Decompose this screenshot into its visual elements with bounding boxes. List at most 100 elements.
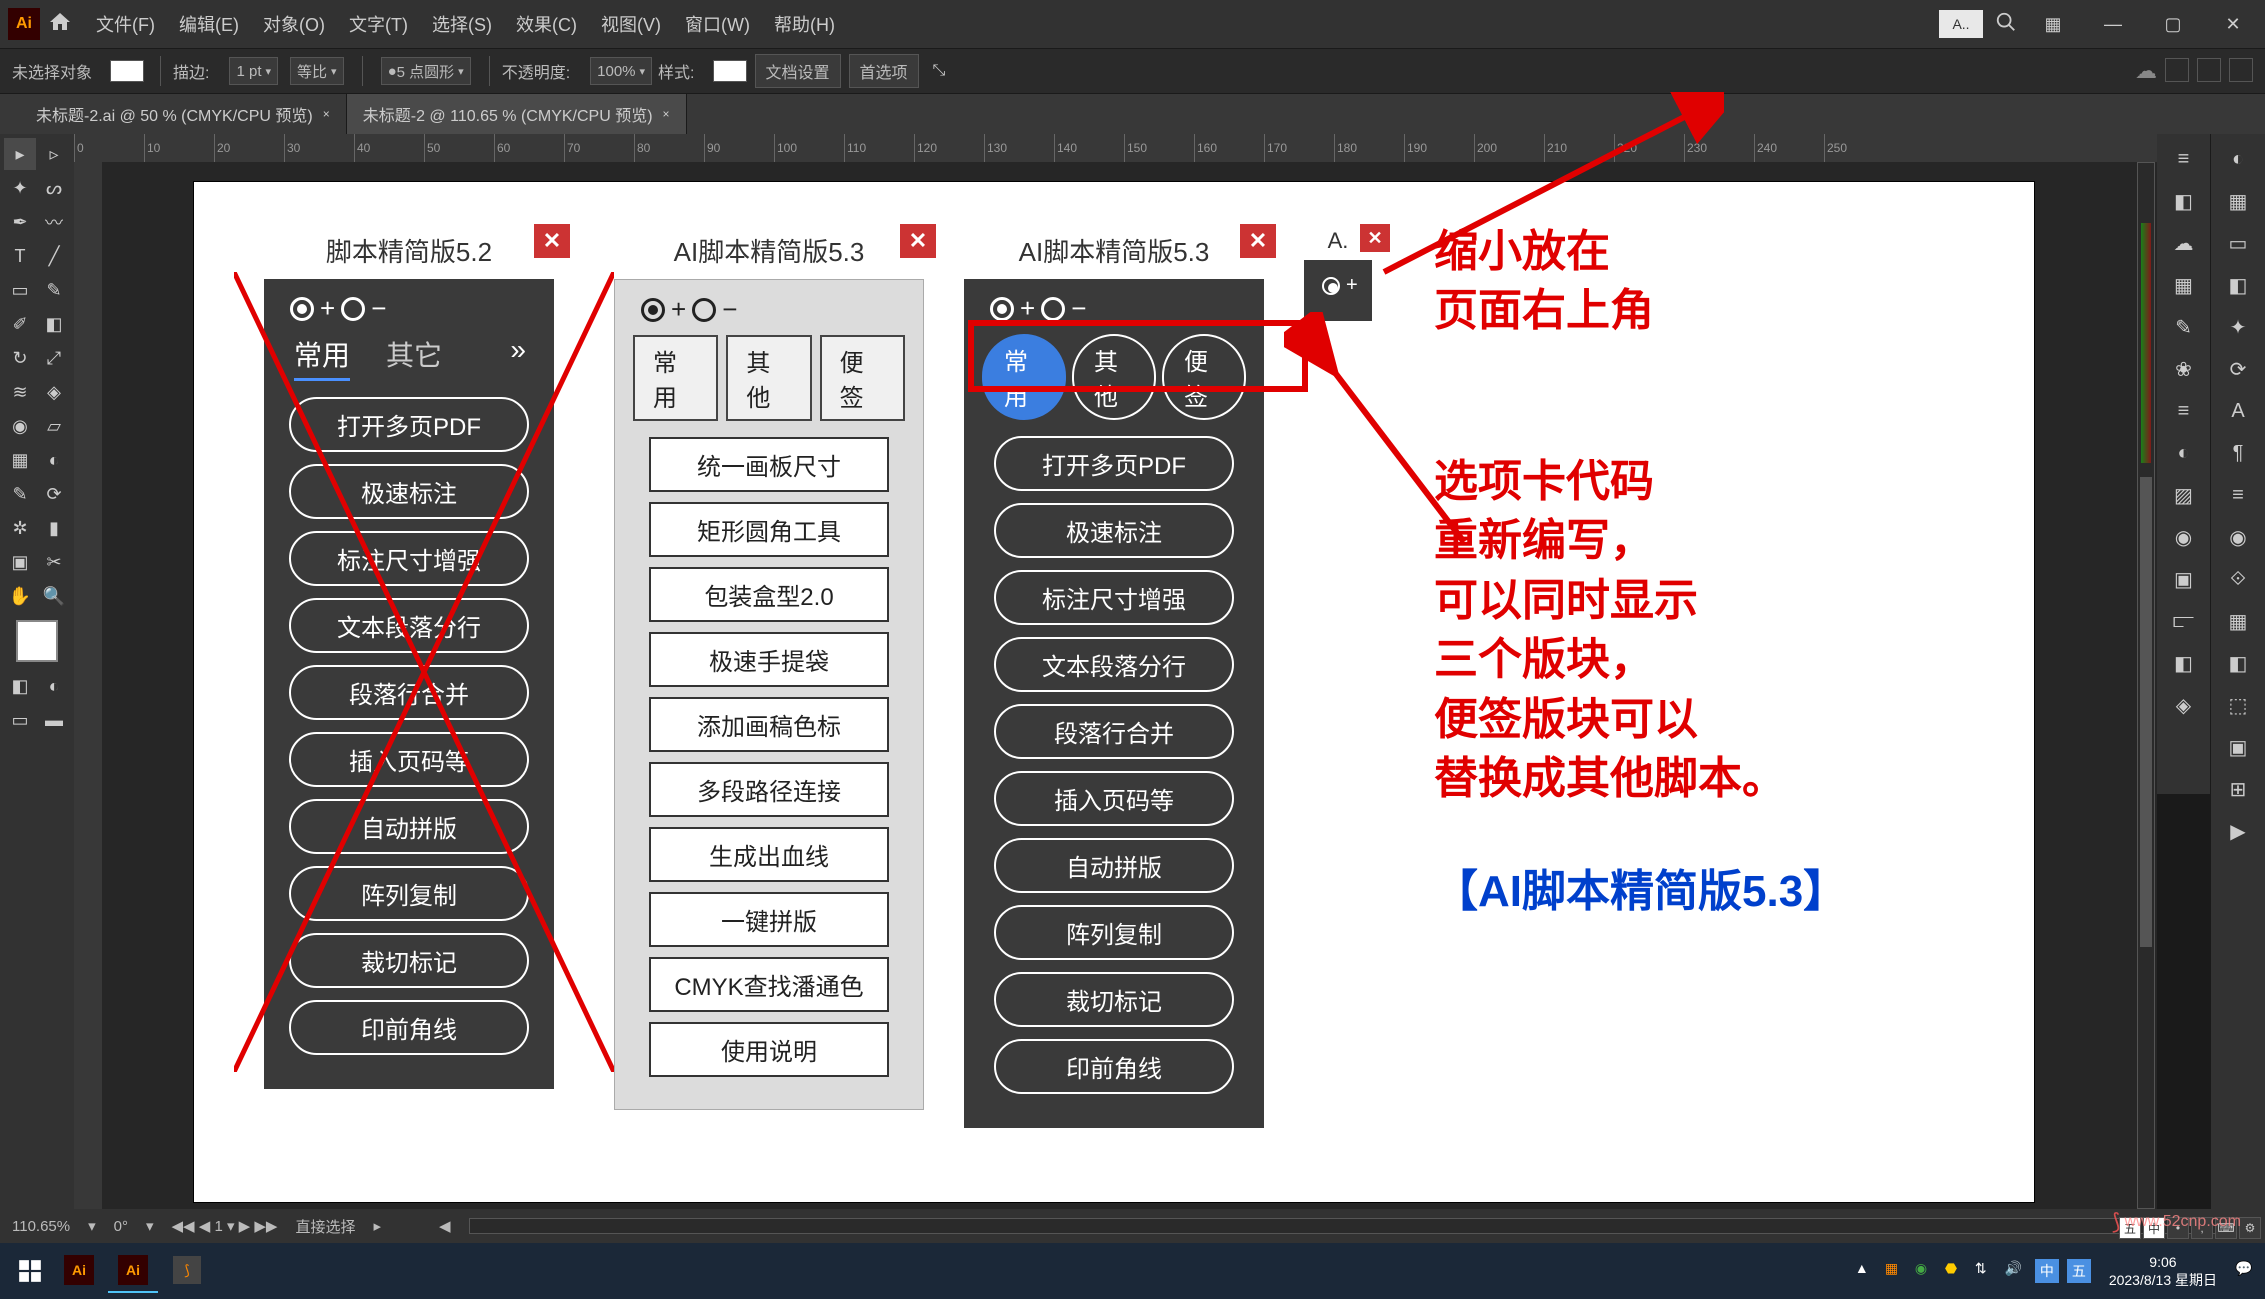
graph-tool[interactable]: ▮ <box>38 512 70 544</box>
list-item[interactable]: 裁切标记 <box>994 972 1234 1027</box>
align-icon[interactable]: ⫍ <box>2165 602 2203 640</box>
cloud-icon[interactable]: ☁ <box>2135 58 2157 84</box>
layers-icon[interactable]: ◧ <box>2165 182 2203 220</box>
tab-notes[interactable]: 便签 <box>820 335 905 421</box>
maximize-button[interactable]: ▢ <box>2149 8 2197 40</box>
tray-icon[interactable]: ⇅ <box>1975 1260 1997 1282</box>
menu-window[interactable]: 窗口(W) <box>685 11 750 37</box>
doc-tab-1[interactable]: 未标题-2 @ 110.65 % (CMYK/CPU 预览)× <box>347 94 687 134</box>
graphic-styles-icon[interactable]: ▣ <box>2165 560 2203 598</box>
list-item[interactable]: 添加画稿色标 <box>649 697 889 752</box>
artboard-tool[interactable]: ▣ <box>4 546 36 578</box>
menu-help[interactable]: 帮助(H) <box>774 11 835 37</box>
tray-icon[interactable]: ▦ <box>1885 1260 1907 1282</box>
width-tool[interactable]: ≋ <box>4 376 36 408</box>
horizontal-scrollbar[interactable] <box>469 1218 2224 1234</box>
arrange-docs-icon[interactable]: ▦ <box>2029 8 2077 40</box>
panel-icon-3[interactable] <box>2229 58 2253 82</box>
preferences-button[interactable]: 首选项 <box>849 54 919 88</box>
color-guide-icon[interactable]: ▦ <box>2219 182 2257 220</box>
tab-common[interactable]: 常用 <box>633 335 718 421</box>
free-transform-tool[interactable]: ◈ <box>38 376 70 408</box>
rotate-tool[interactable]: ↻ <box>4 342 36 374</box>
panel-icon[interactable]: A <box>2219 392 2257 430</box>
fill-stroke-swatch[interactable] <box>16 620 58 662</box>
close-button[interactable]: ✕ <box>2209 8 2257 40</box>
panel-icon[interactable]: ▣ <box>2219 728 2257 766</box>
tray-icon[interactable]: ⬣ <box>1945 1260 1967 1282</box>
screen-mode-2[interactable]: ▬ <box>38 704 70 736</box>
menu-object[interactable]: 对象(O) <box>263 11 325 37</box>
notification-icon[interactable]: 💬 <box>2235 1260 2257 1282</box>
zoom-level[interactable]: 110.65% <box>12 1218 70 1235</box>
list-item[interactable]: 标注尺寸增强 <box>994 570 1234 625</box>
paintbrush-tool[interactable]: ✎ <box>38 274 70 306</box>
menu-edit[interactable]: 编辑(E) <box>179 11 239 37</box>
panel-icon[interactable]: ⟐ <box>2219 560 2257 598</box>
list-item[interactable]: 插入页码等 <box>994 771 1234 826</box>
expand-icon[interactable]: ▶ <box>2219 812 2257 850</box>
color-icon[interactable]: ◐ <box>2219 140 2257 178</box>
brush-dropdown[interactable]: ● 5 点圆形 <box>381 57 471 85</box>
properties-icon[interactable]: ≡ <box>2165 140 2203 178</box>
style-swatch[interactable] <box>713 60 747 82</box>
panel-icon[interactable]: ≡ <box>2219 476 2257 514</box>
list-item[interactable]: 自动拼版 <box>289 799 529 854</box>
canvas[interactable]: 0102030405060708090100110120130140150160… <box>74 134 2157 1209</box>
rotation[interactable]: 0° <box>114 1218 128 1235</box>
more-icon[interactable]: » <box>510 334 526 381</box>
eyedropper-tool[interactable]: ✎ <box>4 478 36 510</box>
line-tool[interactable]: ╱ <box>38 240 70 272</box>
close-icon[interactable]: × <box>663 107 670 121</box>
tab-common[interactable]: 常用 <box>294 334 350 381</box>
close-icon[interactable]: ✕ <box>1240 224 1276 258</box>
panel-icon-1[interactable] <box>2165 58 2189 82</box>
perspective-tool[interactable]: ▱ <box>38 410 70 442</box>
ime-taskbar-icon[interactable]: 中 <box>2035 1259 2059 1283</box>
radio-off[interactable] <box>1041 297 1065 321</box>
list-item[interactable]: 段落行合并 <box>289 665 529 720</box>
screen-mode[interactable]: ▭ <box>4 704 36 736</box>
blend-tool[interactable]: ⟳ <box>38 478 70 510</box>
transparency-icon[interactable]: ▨ <box>2165 476 2203 514</box>
list-item[interactable]: 生成出血线 <box>649 827 889 882</box>
doc-tab-0[interactable]: 未标题-2.ai @ 50 % (CMYK/CPU 预览)× <box>20 94 347 134</box>
symbol-sprayer-tool[interactable]: ✲ <box>4 512 36 544</box>
clock[interactable]: 9:06 2023/8/13 星期日 <box>2099 1253 2227 1289</box>
type-tool[interactable]: T <box>4 240 36 272</box>
hand-tool[interactable]: ✋ <box>4 580 36 612</box>
fill-swatch[interactable] <box>110 60 144 82</box>
menu-type[interactable]: 文字(T) <box>349 11 408 37</box>
scale-tool[interactable]: ⤢ <box>38 342 70 374</box>
panel-icon[interactable]: ▦ <box>2219 602 2257 640</box>
list-item[interactable]: CMYK查找潘通色 <box>649 957 889 1012</box>
tab-other[interactable]: 其他 <box>726 335 811 421</box>
panel-icon[interactable]: ⟳ <box>2219 350 2257 388</box>
list-item[interactable]: 印前角线 <box>289 1000 529 1055</box>
libraries-icon[interactable]: ☁ <box>2165 224 2203 262</box>
direct-selection-tool[interactable]: ▹ <box>38 138 70 170</box>
list-item[interactable]: 极速手提袋 <box>649 632 889 687</box>
zoom-tool[interactable]: 🔍 <box>38 580 70 612</box>
stroke-icon[interactable]: ≡ <box>2165 392 2203 430</box>
radio-on[interactable] <box>641 298 665 322</box>
gradient-tool[interactable]: ◐ <box>38 444 70 476</box>
list-item[interactable]: 阵列复制 <box>994 905 1234 960</box>
list-item[interactable]: 一键拼版 <box>649 892 889 947</box>
eraser-tool[interactable]: ◧ <box>38 308 70 340</box>
pathfinder-icon[interactable]: ◧ <box>2165 644 2203 682</box>
list-item[interactable]: 包装盒型2.0 <box>649 567 889 622</box>
task-app[interactable]: ⟆ <box>162 1249 212 1293</box>
ime-icon[interactable]: ⚙ <box>2239 1217 2261 1239</box>
gradient-icon[interactable]: ◐ <box>2165 434 2203 472</box>
tab-other[interactable]: 其它 <box>386 334 442 381</box>
list-item[interactable]: 使用说明 <box>649 1022 889 1077</box>
draw-mode[interactable]: ◐ <box>38 670 70 702</box>
symbols-icon[interactable]: ❀ <box>2165 350 2203 388</box>
lasso-tool[interactable]: ᔕ <box>38 172 70 204</box>
home-icon[interactable] <box>48 10 76 38</box>
list-item[interactable]: 文本段落分行 <box>289 598 529 653</box>
panel-icon[interactable]: ◉ <box>2219 518 2257 556</box>
start-button[interactable] <box>8 1249 52 1293</box>
opacity-input[interactable]: 100% <box>590 57 652 85</box>
